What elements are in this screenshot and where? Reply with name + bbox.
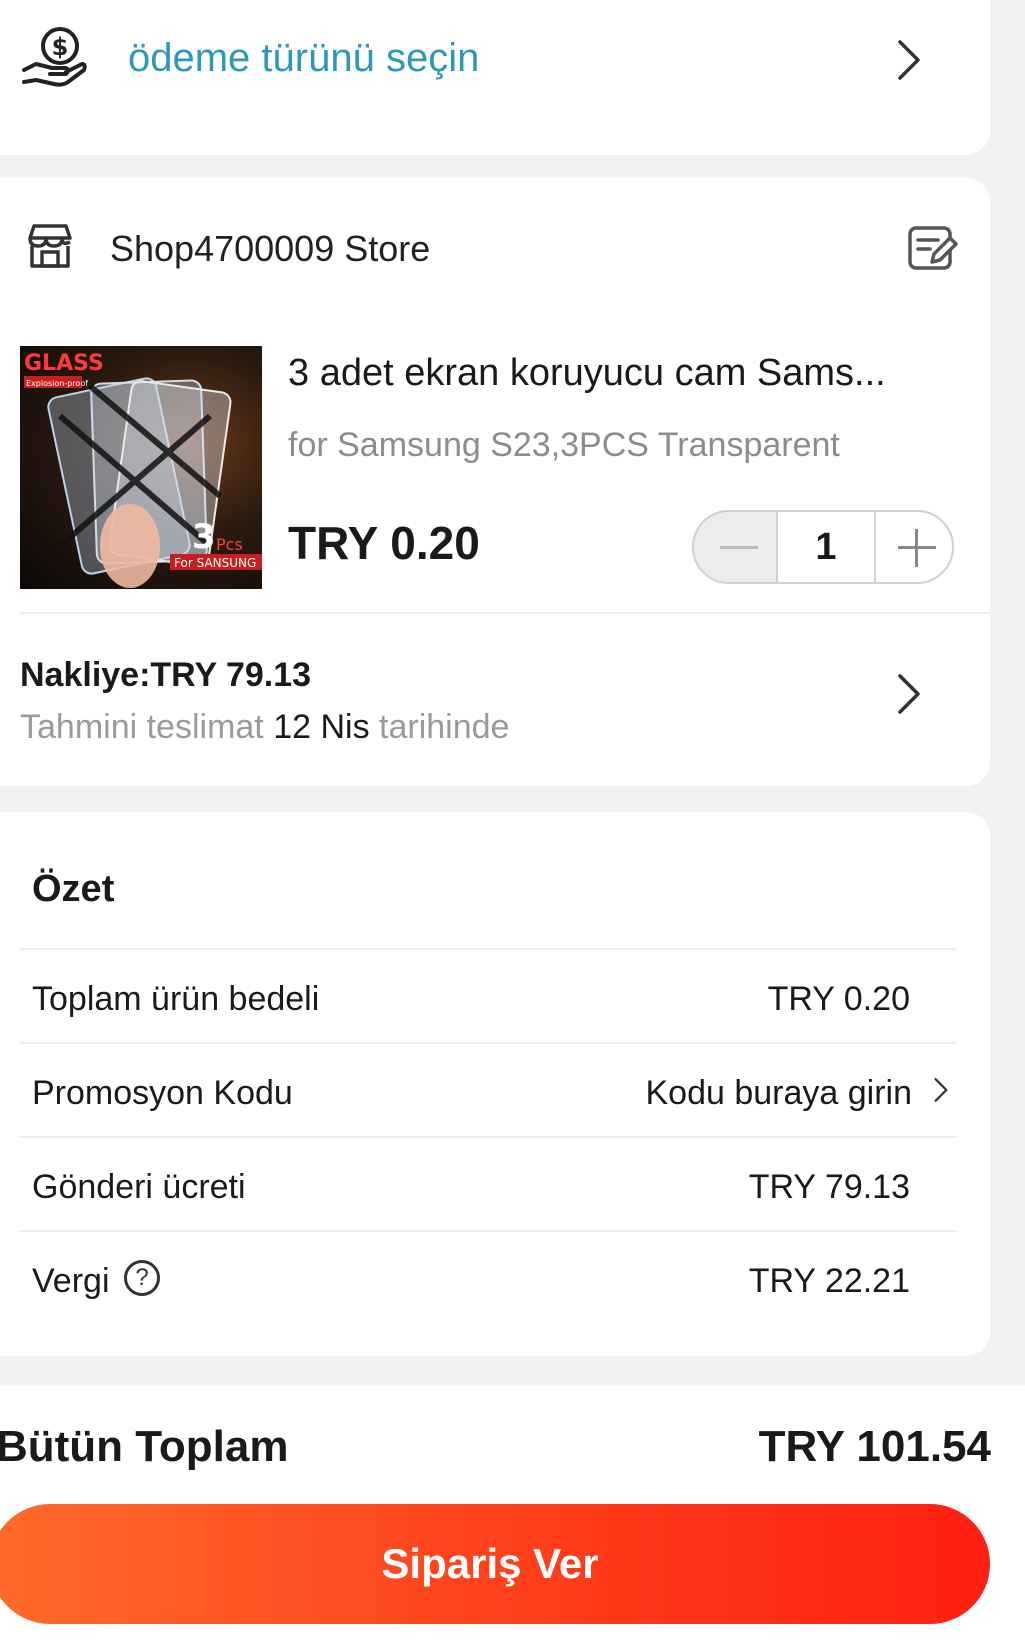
product-image-artwork: GLASS Explosion-proof 3 Pcs For SANSUNG — [24, 351, 262, 588]
delivery-estimate-prefix: Tahmini teslimat — [20, 708, 264, 746]
help-question-icon[interactable]: ? — [124, 1260, 160, 1296]
summary-row-shipping-fee: Gönderi ücreti TRY 79.13 — [20, 1136, 956, 1234]
quantity-increase-button[interactable] — [876, 512, 952, 582]
checkout-footer: Bütün Toplam TRY 101.54 Sipariş Ver — [0, 1386, 1025, 1645]
image-sub-text: Explosion-proof — [26, 379, 88, 388]
summary-value: TRY 79.13 — [748, 1168, 910, 1206]
promo-code-link[interactable]: Kodu buraya girin — [645, 1074, 912, 1113]
summary-row-promo-code[interactable]: Promosyon Kodu Kodu buraya girin — [20, 1042, 956, 1140]
quantity-value[interactable]: 1 — [778, 512, 876, 582]
summary-value: TRY 22.21 — [748, 1262, 910, 1300]
summary-label: Vergi — [32, 1262, 110, 1300]
chevron-right-icon[interactable] — [932, 1076, 950, 1104]
order-summary-card: Özet Toplam ürün bedeli TRY 0.20 Promosy… — [0, 812, 990, 1356]
edit-note-icon[interactable] — [906, 222, 958, 274]
place-order-button[interactable]: Sipariş Ver — [0, 1504, 990, 1624]
summary-label: Promosyon Kodu — [32, 1074, 293, 1112]
summary-value: TRY 0.20 — [767, 980, 910, 1018]
quantity-decrease-button[interactable] — [694, 512, 778, 582]
image-count-text: 3 — [192, 517, 216, 557]
delivery-estimate-suffix: tarihinde — [379, 708, 510, 746]
product-price: TRY 0.20 — [288, 517, 480, 569]
divider — [20, 612, 990, 614]
quantity-stepper: 1 — [692, 510, 954, 584]
summary-row-subtotal: Toplam ürün bedeli TRY 0.20 — [20, 948, 956, 1046]
grand-total-label: Bütün Toplam — [0, 1422, 289, 1471]
product-image[interactable]: GLASS Explosion-proof 3 Pcs For SANSUNG — [20, 346, 262, 589]
image-brand-text: GLASS — [24, 351, 104, 376]
summary-title: Özet — [32, 868, 115, 910]
shipping-cost: Nakliye:TRY 79.13 — [20, 656, 312, 694]
store-order-card: Shop4700009 Store GLASS Explosion-proof … — [0, 178, 990, 786]
summary-row-tax: Vergi ? TRY 22.21 — [20, 1230, 956, 1328]
delivery-estimate: Tahmini teslimat 12 Nis tarihinde — [20, 708, 509, 747]
hand-dollar-icon: $ — [22, 27, 87, 87]
svg-text:$: $ — [52, 33, 69, 61]
product-variant[interactable]: for Samsung S23,3PCS Transparent — [288, 426, 840, 465]
store-name[interactable]: Shop4700009 Store — [110, 228, 430, 270]
summary-label: Toplam ürün bedeli — [32, 980, 320, 1018]
summary-label: Gönderi ücreti — [32, 1168, 246, 1206]
image-pcs-text: Pcs — [216, 535, 243, 554]
chevron-right-icon[interactable] — [894, 38, 924, 82]
delivery-date: 12 Nis — [273, 708, 370, 746]
store-icon — [28, 224, 72, 268]
payment-method-label[interactable]: ödeme türünü seçin — [128, 36, 479, 81]
product-title[interactable]: 3 adet ekran koruyucu cam Sams... — [288, 352, 948, 395]
grand-total-value: TRY 101.54 — [758, 1422, 991, 1471]
payment-method-card[interactable]: $ ödeme türünü seçin — [0, 0, 990, 155]
chevron-right-icon[interactable] — [894, 672, 924, 716]
image-for-text: For SANSUNG — [174, 556, 256, 570]
